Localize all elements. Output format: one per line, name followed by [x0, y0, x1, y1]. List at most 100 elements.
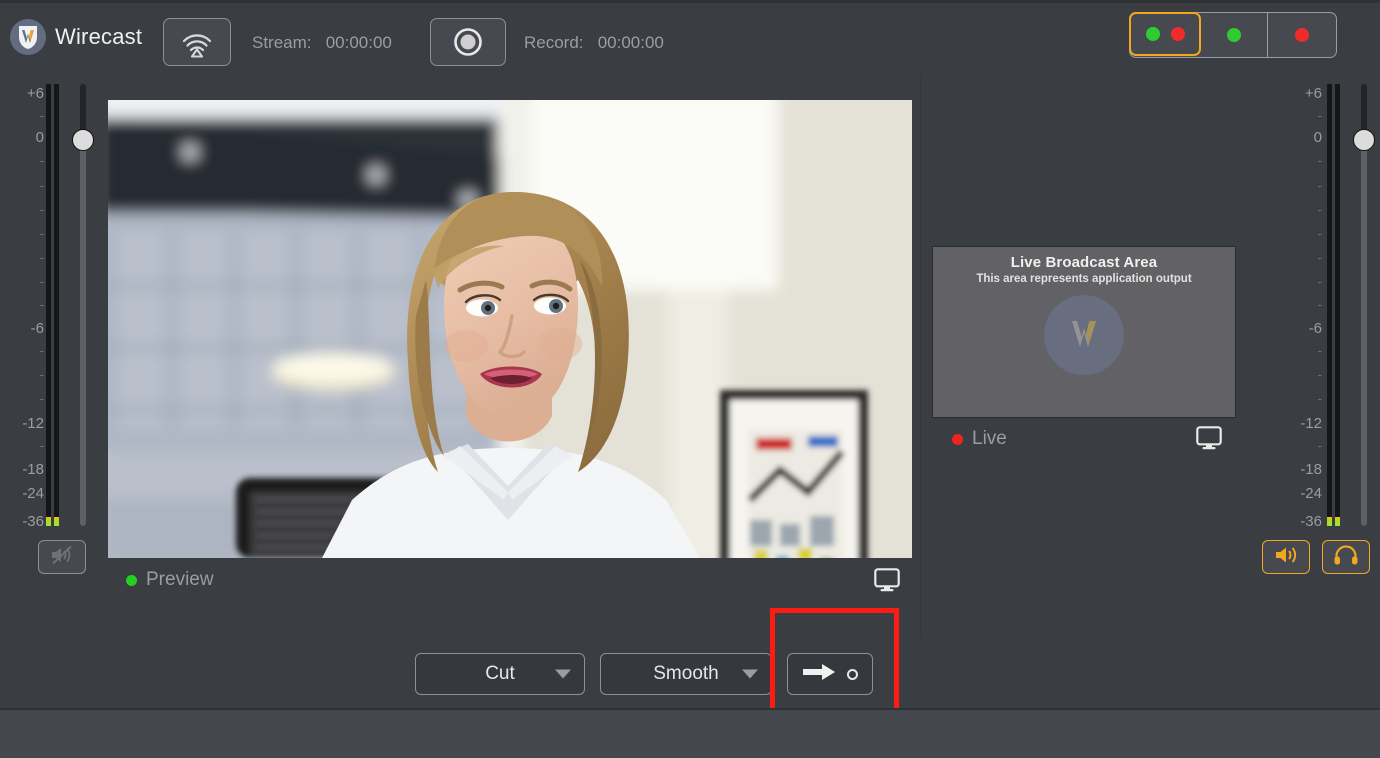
app-brand: Wirecast: [10, 19, 142, 55]
transition-type-dropdown[interactable]: Cut: [415, 653, 585, 695]
audio-scale-tick: -12: [1300, 415, 1322, 432]
audio-scale-tick: -24: [22, 485, 44, 502]
fader-knob[interactable]: [1353, 129, 1375, 151]
broadcast-wifi-icon[interactable]: [163, 18, 231, 66]
go-transition-button[interactable]: [787, 653, 873, 695]
audio-scale-tick: +6: [1304, 85, 1322, 102]
toolbar-top-edge: [0, 0, 1380, 3]
audio-scale-minor-tick: -: [1317, 367, 1322, 382]
chevron-down-icon: [555, 669, 571, 679]
live-headphones-button[interactable]: [1322, 540, 1370, 574]
audio-scale-minor-tick: -: [39, 178, 44, 193]
audio-scale-tick: -36: [22, 513, 44, 530]
display-monitor-icon[interactable]: [874, 568, 900, 597]
live-broadcast-subtitle: This area represents application output: [976, 273, 1192, 285]
red-led-icon: [1295, 28, 1309, 42]
level-led-green: [54, 521, 59, 526]
record-indicator[interactable]: [1268, 13, 1336, 57]
audio-scale-minor-tick: -: [1317, 250, 1322, 265]
audio-scale-minor-tick: -: [1317, 202, 1322, 217]
arrow-right-go-icon: [802, 662, 836, 687]
green-led-icon: [1226, 28, 1241, 42]
audio-scale-tick: +6: [26, 85, 44, 102]
preview-volume-fader[interactable]: [72, 84, 94, 526]
record-timer-label: Record:: [524, 33, 584, 52]
preview-status-dot-icon: [126, 574, 137, 586]
audio-level-bars-right: [1327, 84, 1342, 526]
audio-level-bar: [1327, 84, 1332, 526]
speaker-on-icon: [1273, 544, 1300, 571]
audio-scale-minor-tick: -: [39, 250, 44, 265]
app-title: Wirecast: [55, 24, 143, 49]
live-output-panel: Live Broadcast Area This area represents…: [932, 246, 1236, 460]
audio-level-bar: [46, 84, 51, 526]
live-status-bar: Live: [932, 418, 1236, 460]
audio-scale-minor-tick: -: [39, 367, 44, 382]
stream-indicator[interactable]: [1200, 13, 1268, 57]
audio-level-bar: [54, 84, 59, 526]
audio-scale-minor-tick: -: [39, 343, 44, 358]
live-status-dot-icon: [952, 433, 963, 445]
audio-scale-tick: -24: [1300, 485, 1322, 502]
audio-scale-minor-tick: -: [1317, 297, 1322, 312]
red-led-icon: [1170, 27, 1185, 41]
transition-type-value: Cut: [485, 663, 515, 684]
audio-scale-minor-tick: -: [39, 274, 44, 289]
stream-timer-label: Stream:: [252, 33, 312, 52]
preview-video-output[interactable]: [108, 100, 912, 558]
stream-and-record-indicator[interactable]: [1129, 12, 1201, 56]
green-led-icon: [1145, 27, 1160, 41]
preview-status-label: Preview: [146, 569, 214, 590]
preview-mute-button[interactable]: [38, 540, 86, 574]
speaker-muted-icon: [49, 544, 75, 571]
audio-scale-minor-tick: -: [1317, 391, 1322, 406]
display-monitor-icon[interactable]: [1196, 426, 1222, 455]
circle-outline-icon: [847, 668, 858, 680]
level-led-green: [1327, 521, 1332, 526]
audio-scale-tick: 0: [1313, 129, 1322, 146]
audio-scale-tick: 0: [35, 129, 44, 146]
panel-divider: [920, 76, 921, 636]
audio-scale-tick: -36: [1300, 513, 1322, 530]
audio-scale-left: +6 0 -6 -12 -18 -24 -36 - - - - - - - - - - - -: [0, 76, 44, 530]
audio-scale-minor-tick: -: [39, 202, 44, 217]
top-toolbar: Wirecast Stream: 00:00:00 Record: 00:00:…: [0, 0, 1380, 70]
audio-scale-minor-tick: -: [1317, 153, 1322, 168]
wirecast-shield-logo-icon: [10, 19, 46, 55]
live-status-label: Live: [972, 428, 1007, 449]
transition-controls: Cut Smooth: [0, 648, 1380, 700]
audio-level-bars-left: [46, 84, 61, 526]
record-circle-icon[interactable]: [430, 18, 506, 66]
live-speaker-button[interactable]: [1262, 540, 1310, 574]
audio-scale-right: +6 0 -6 -12 -18 -24 -36 - - - - - - - - - - - -: [1278, 76, 1322, 530]
stream-timer: Stream: 00:00:00: [252, 33, 392, 53]
transition-speed-value: Smooth: [653, 663, 719, 684]
live-volume-fader[interactable]: [1353, 84, 1375, 526]
audio-scale-tick: -18: [1300, 461, 1322, 478]
audio-scale-tick: -18: [22, 461, 44, 478]
record-timer: Record: 00:00:00: [524, 33, 664, 53]
level-led-green: [46, 521, 51, 526]
audio-scale-minor-tick: -: [1317, 108, 1322, 123]
fader-track-lower: [1361, 139, 1367, 526]
chevron-down-icon: [742, 669, 758, 679]
fader-track-lower: [80, 139, 86, 526]
record-timer-value: 00:00:00: [597, 33, 664, 52]
audio-scale-tick: -6: [1308, 320, 1322, 337]
live-broadcast-thumbnail[interactable]: Live Broadcast Area This area represents…: [932, 246, 1236, 418]
audio-scale-minor-tick: -: [39, 297, 44, 312]
audio-scale-minor-tick: -: [39, 226, 44, 241]
headphones-icon: [1333, 544, 1359, 571]
live-broadcast-title: Live Broadcast Area: [1010, 254, 1158, 271]
audio-scale-minor-tick: -: [39, 391, 44, 406]
transition-speed-dropdown[interactable]: Smooth: [600, 653, 772, 695]
level-led-green: [1335, 521, 1340, 526]
stream-timer-value: 00:00:00: [325, 33, 392, 52]
bottom-bar: [0, 708, 1380, 758]
audio-scale-tick: -6: [30, 320, 44, 337]
wirecast-shield-watermark-icon: [1044, 295, 1124, 376]
wirecast-window: Wirecast Stream: 00:00:00 Record: 00:00:…: [0, 0, 1380, 758]
audio-scale-tick: -12: [22, 415, 44, 432]
audio-level-bar: [1335, 84, 1340, 526]
fader-knob[interactable]: [72, 129, 94, 151]
